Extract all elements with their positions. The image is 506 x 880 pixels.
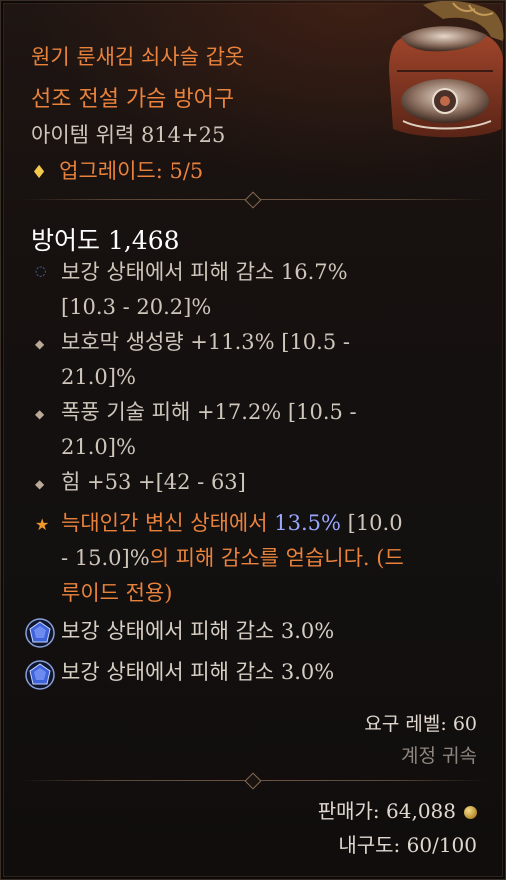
legendary-value: 13.5% [274, 511, 341, 535]
affix-1-line2: [10.3 - 20.2]% [61, 295, 212, 319]
diamond-icon: ♦ [31, 162, 48, 183]
small-diamond-icon: ◆ [35, 477, 45, 491]
divider-top [19, 191, 489, 209]
legendary-prefix: 늑대인간 변신 상태에서 [61, 511, 275, 535]
legendary-class-restriction: 루이드 전용) [61, 581, 173, 605]
affix-1: 보강 상태에서 피해 감소 16.7% [10.3 - 20.2]% [61, 255, 481, 325]
sapphire-socket-icon [25, 618, 55, 648]
item-power: 아이템 위력 814+25 [31, 123, 226, 147]
upgrade-status: ♦ 업그레이드: 5/5 [31, 155, 203, 185]
affix-2-line2: 21.0]% [61, 365, 136, 389]
sell-price: 판매가: 64,088 [318, 795, 477, 824]
chest-armor-portrait-icon [389, 1, 504, 138]
divider-diamond-icon [244, 772, 262, 790]
gem-2-text: 보강 상태에서 피해 감소 3.0% [61, 660, 335, 684]
gem-1-text: 보강 상태에서 피해 감소 3.0% [61, 619, 335, 643]
sell-value: 64,088 [386, 799, 456, 823]
legendary-aspect: 늑대인간 변신 상태에서 13.5% [10.0 - 15.0]%의 피해 감소… [61, 506, 481, 611]
durability-label: 내구도: [338, 833, 407, 857]
item-tooltip: 원기 룬새김 쇠사슬 갑옷 선조 전설 가슴 방어구 아이템 위력 814+25… [0, 0, 506, 880]
item-type: 선조 전설 가슴 방어구 [31, 87, 235, 112]
star-icon: ★ [35, 515, 50, 534]
upgrade-label: 업그레이드: 5/5 [59, 159, 204, 183]
armor-value: 방어도 1,468 [31, 226, 180, 255]
legendary-text: 의 피해 감소를 얻습니다. (드 [149, 546, 404, 570]
legendary-range: [10.0 [340, 511, 403, 535]
small-diamond-icon: ◆ [35, 407, 45, 421]
affix-2: 보호막 생성량 +11.3% [10.5 - 21.0]% [61, 325, 481, 395]
affix-3: 폭풍 기술 피해 +17.2% [10.5 - 21.0]% [61, 395, 481, 465]
affix-4-line1: 힘 +53 +[42 - 63] [61, 470, 246, 494]
required-level: 요구 레벨: 60 [364, 713, 477, 735]
durability-value: 60/100 [406, 833, 477, 857]
affix-3-line2: 21.0]% [61, 435, 136, 459]
legendary-range-end: - 15.0]% [61, 546, 150, 570]
sapphire-socket-icon [25, 660, 55, 690]
affix-4: 힘 +53 +[42 - 63] [61, 465, 481, 500]
durability: 내구도: 60/100 [338, 829, 477, 858]
affix-3-line1: 폭풍 기술 피해 +17.2% [10.5 - [61, 400, 357, 424]
affix-1-line1: 보강 상태에서 피해 감소 16.7% [61, 260, 348, 284]
item-name: 원기 룬새김 쇠사슬 갑옷 [31, 45, 245, 69]
gold-coin-icon [464, 806, 477, 819]
divider-diamond-icon [244, 191, 262, 209]
account-bound: 계정 귀속 [401, 745, 477, 767]
sell-label: 판매가: [317, 799, 387, 823]
affix-2-line1: 보호막 생성량 +11.3% [10.5 - [61, 330, 350, 354]
divider-bottom [19, 772, 489, 790]
small-diamond-icon: ◆ [35, 337, 45, 351]
ring-icon: ◌ [35, 264, 47, 279]
